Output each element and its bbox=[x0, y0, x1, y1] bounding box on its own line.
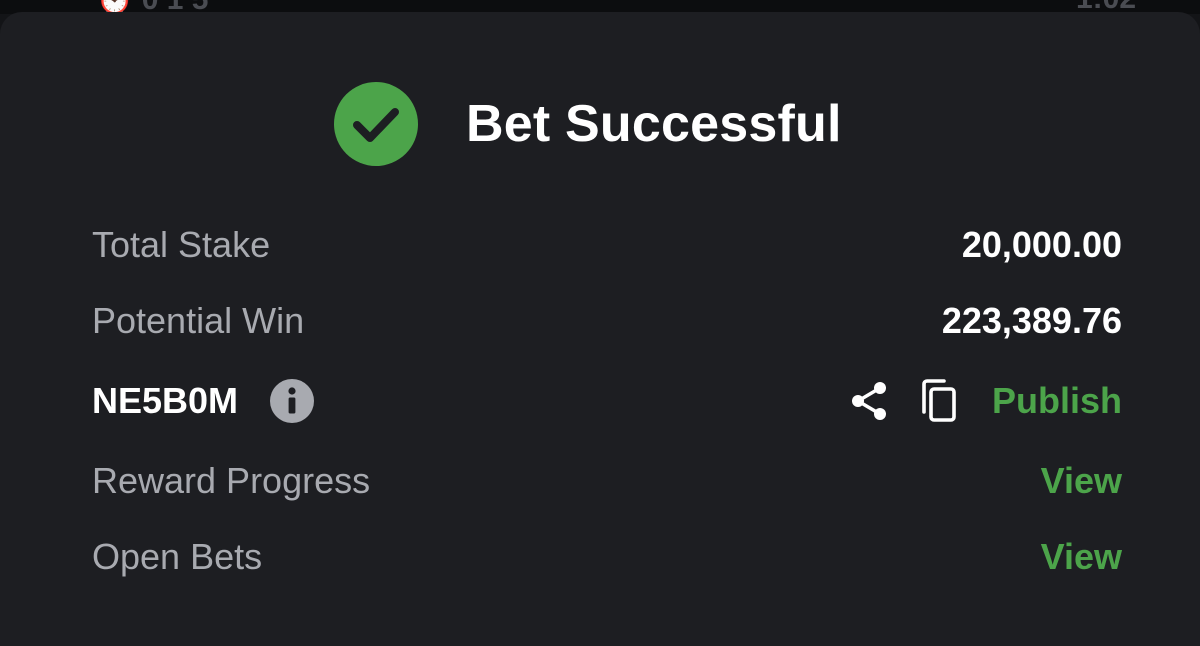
copy-icon[interactable] bbox=[916, 378, 960, 424]
success-header: Bet Successful bbox=[0, 82, 1200, 166]
check-circle-icon bbox=[334, 82, 418, 166]
total-stake-row: Total Stake 20,000.00 bbox=[92, 220, 1122, 270]
total-stake-value: 20,000.00 bbox=[961, 224, 1122, 265]
potential-win-row: Potential Win 223,389.76 bbox=[92, 296, 1122, 346]
bet-confirmation-sheet: Bet Successful Total Stake 20,000.00 Pot… bbox=[0, 12, 1200, 646]
share-icon[interactable] bbox=[848, 380, 890, 422]
info-icon[interactable] bbox=[270, 379, 314, 423]
total-stake-label: Total Stake bbox=[92, 224, 271, 265]
reward-progress-label: Reward Progress bbox=[92, 460, 371, 501]
open-bets-label: Open Bets bbox=[92, 536, 263, 577]
reward-progress-view-link[interactable]: View bbox=[1041, 456, 1122, 506]
open-bets-row: Open Bets View bbox=[92, 532, 1122, 582]
potential-win-label: Potential Win bbox=[92, 300, 305, 341]
booking-code-row: NE5B0M Publish bbox=[92, 376, 1122, 426]
reward-progress-row: Reward Progress View bbox=[92, 456, 1122, 506]
booking-code: NE5B0M bbox=[92, 380, 239, 421]
publish-button[interactable]: Publish bbox=[992, 376, 1122, 426]
potential-win-value: 223,389.76 bbox=[941, 300, 1122, 341]
page-title: Bet Successful bbox=[466, 95, 842, 153]
open-bets-view-link[interactable]: View bbox=[1041, 532, 1122, 582]
